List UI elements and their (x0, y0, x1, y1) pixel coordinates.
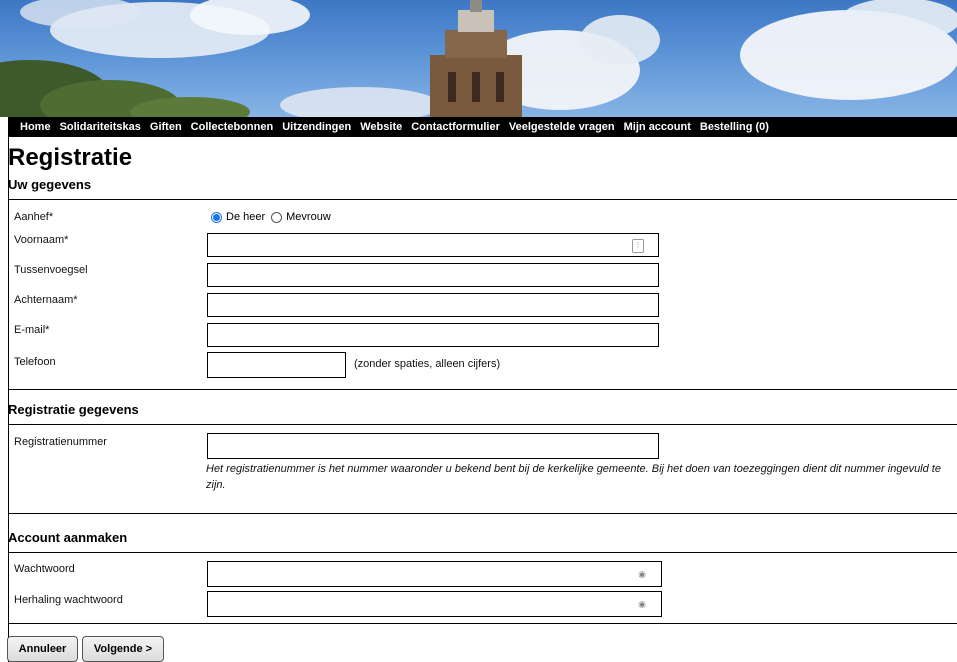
regnr-note: Het registratienummer is het nummer waar… (206, 463, 941, 491)
infix-field (207, 263, 659, 287)
first-name-field: ⋮ (207, 233, 659, 257)
phone-hint: (zonder spaties, alleen cijfers) (354, 358, 501, 370)
nav-collectebonnen[interactable]: Collectebonnen (191, 121, 274, 133)
nav-veelgestelde-vragen[interactable]: Veelgestelde vragen (509, 121, 615, 133)
password-repeat-label: Herhaling wachtwoord (14, 594, 123, 606)
nav-uitzendingen[interactable]: Uitzendingen (282, 121, 351, 133)
section-title-account: Account aanmaken (8, 530, 128, 545)
next-button[interactable]: Volgende > (82, 636, 164, 662)
radio-mevrouw[interactable] (271, 211, 283, 223)
banner-image (0, 0, 957, 117)
nav-home[interactable]: Home (20, 121, 51, 133)
last-name-input[interactable] (208, 294, 658, 316)
nav-contactformulier[interactable]: Contactformulier (411, 121, 500, 133)
header-banner (0, 0, 957, 117)
section-title-personal: Uw gegevens (8, 177, 92, 192)
radio-de-heer-label[interactable]: De heer (226, 211, 265, 223)
password-repeat-input[interactable] (208, 592, 661, 616)
first-name-label: Voornaam* (14, 234, 69, 246)
password-key-icon[interactable]: ◉ (637, 568, 647, 580)
last-name-label: Achternaam* (14, 294, 78, 306)
last-name-field (207, 293, 659, 317)
phone-input[interactable] (208, 353, 345, 377)
email-input[interactable] (208, 324, 658, 346)
regnr-label: Registratienummer (14, 436, 107, 448)
section-title-registration: Registratie gegevens (8, 402, 139, 417)
password-repeat-field: ◉ (207, 591, 662, 617)
radio-mevrouw-label[interactable]: Mevrouw (286, 211, 331, 223)
password-field: ◉ (207, 561, 662, 587)
email-label: E-mail* (14, 324, 50, 336)
phone-field (207, 352, 346, 378)
nav-giften[interactable]: Giften (150, 121, 182, 133)
autofill-icon[interactable]: ⋮ (632, 239, 644, 253)
salutation-label: Aanhef* (14, 211, 54, 223)
password-input[interactable] (208, 562, 661, 586)
radio-de-heer[interactable] (211, 211, 222, 223)
nav-bestelling[interactable]: Bestelling (0) (700, 121, 769, 133)
cancel-button[interactable]: Annuleer (7, 636, 78, 662)
infix-label: Tussenvoegsel (14, 264, 88, 276)
first-name-input[interactable] (208, 234, 658, 256)
regnr-field (207, 433, 659, 459)
salutation-radio-group: De heer Mevrouw (211, 211, 337, 223)
page-title: Registratie (8, 144, 133, 171)
nav-mijn-account[interactable]: Mijn account (624, 121, 691, 133)
phone-label: Telefoon (14, 356, 56, 368)
password-label: Wachtwoord (14, 563, 75, 575)
password-key-icon[interactable]: ◉ (637, 598, 647, 610)
main-nav: Home Solidariteitskas Giften Collectebon… (8, 117, 957, 137)
regnr-input[interactable] (208, 434, 658, 458)
nav-solidariteitskas[interactable]: Solidariteitskas (60, 121, 141, 133)
infix-input[interactable] (208, 264, 658, 286)
email-field (207, 323, 659, 347)
nav-website[interactable]: Website (360, 121, 402, 133)
